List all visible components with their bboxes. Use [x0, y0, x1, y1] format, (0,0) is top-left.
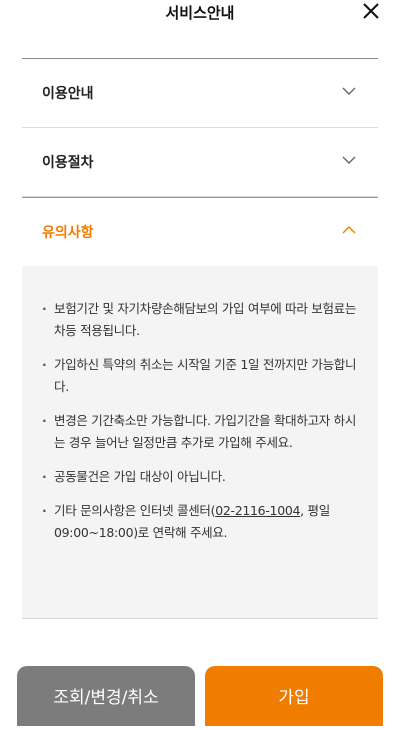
chevron-down-icon [342, 156, 356, 164]
accordion-item-precautions[interactable]: 유의사항 [22, 198, 378, 266]
call-center-phone-link[interactable]: 02-2116-1004 [215, 503, 300, 518]
accordion-label: 유의사항 [42, 225, 94, 241]
page-title: 서비스안내 [165, 4, 235, 22]
accordion-label: 이용안내 [42, 86, 94, 102]
list-item: 공동물건은 가입 대상이 아닙니다. [42, 466, 360, 488]
accordion-label: 이용절차 [42, 155, 94, 171]
list-item: 변경은 기간축소만 가능합니다. 가입기간을 확대하고자 하시는 경우 늘어난 … [42, 410, 360, 454]
accordion-item-usage-procedure[interactable]: 이용절차 [22, 128, 378, 197]
notice-list: 보험기간 및 자기차량손해담보의 가입 여부에 따라 보험료는 차등 적용됩니다… [22, 266, 378, 544]
join-button[interactable]: 가입 [205, 666, 383, 726]
chevron-up-icon [342, 226, 356, 234]
precautions-panel: 보험기간 및 자기차량손해담보의 가입 여부에 따라 보험료는 차등 적용됩니다… [22, 266, 378, 619]
list-item: 보험기간 및 자기차량손해담보의 가입 여부에 따라 보험료는 차등 적용됩니다… [42, 298, 360, 342]
list-item: 기타 문의사항은 인터넷 콜센터(02-2116-1004, 평일 09:00~… [42, 500, 360, 544]
header: 서비스안내 [0, 0, 400, 28]
contact-text-pre: 기타 문의사항은 인터넷 콜센터( [54, 503, 216, 518]
chevron-down-icon [342, 87, 356, 95]
close-icon[interactable] [360, 0, 382, 22]
accordion-item-usage-guide[interactable]: 이용안내 [22, 59, 378, 128]
list-item: 가입하신 특약의 취소는 시작일 기준 1일 전까지만 가능합니다. [42, 354, 360, 398]
inquire-change-cancel-button[interactable]: 조회/변경/취소 [17, 666, 195, 726]
